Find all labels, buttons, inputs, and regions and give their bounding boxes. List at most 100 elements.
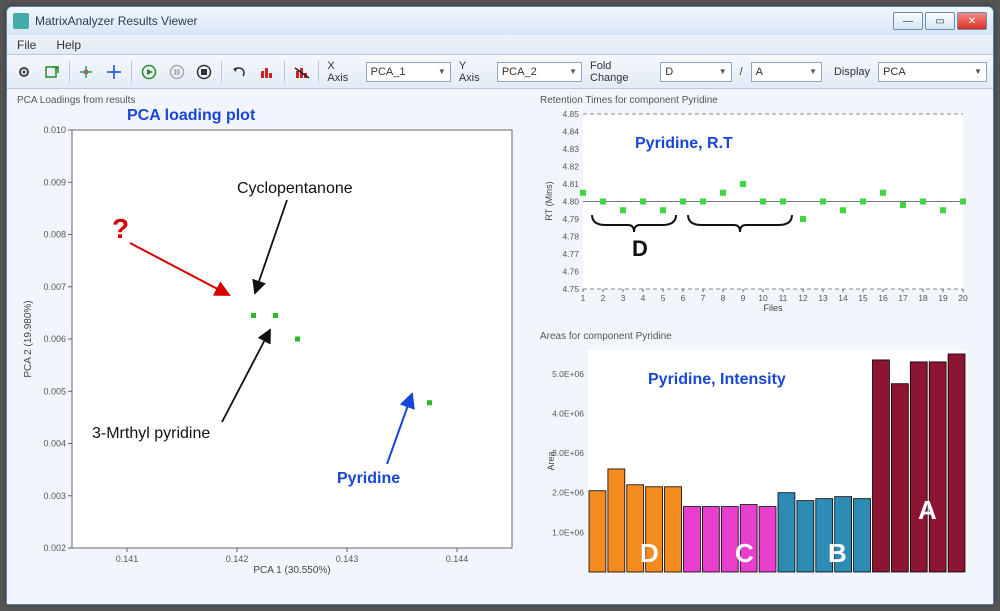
content-area: PCA Loadings from results PCA loading pl… [7,89,993,604]
svg-text:4.80: 4.80 [562,197,579,207]
fold-den-select[interactable]: A▼ [751,62,822,82]
svg-text:0.141: 0.141 [116,554,139,564]
yaxis-label: Y Axis [457,60,491,84]
minimize-button[interactable]: — [893,12,923,30]
svg-text:5.0E+06: 5.0E+06 [552,369,584,379]
svg-text:4: 4 [641,293,646,303]
pca-label-pyridine: Pyridine [337,470,400,487]
chevron-down-icon: ▼ [438,67,446,76]
svg-text:4.84: 4.84 [562,127,579,137]
svg-text:0.006: 0.006 [43,334,66,344]
svg-text:20: 20 [958,293,968,303]
window-buttons: — ▭ ✕ [891,12,987,30]
svg-text:4.77: 4.77 [562,249,579,259]
window-title: MatrixAnalyzer Results Viewer [35,14,198,28]
chevron-down-icon: ▼ [719,67,727,76]
rt-brace-letter: D [632,236,648,261]
stop-icon[interactable] [193,61,215,83]
rt-svg[interactable]: 4.754.764.774.784.794.804.814.824.834.84… [540,108,970,316]
slash-label: / [738,66,745,78]
area-letter-d: D [640,538,659,568]
chevron-down-icon: ▼ [974,67,982,76]
svg-text:2: 2 [601,293,606,303]
svg-text:4.79: 4.79 [562,214,579,224]
svg-text:6: 6 [681,293,686,303]
xaxis-select[interactable]: PCA_1▼ [366,62,451,82]
svg-text:9: 9 [741,293,746,303]
toolbar: X Axis PCA_1▼ Y Axis PCA_2▼ Fold Change … [7,55,993,89]
svg-text:4.0E+06: 4.0E+06 [552,408,584,418]
display-select[interactable]: PCA▼ [878,62,987,82]
svg-text:4.81: 4.81 [562,179,579,189]
right-column: Retention Times for component Pyridine 4… [540,95,983,594]
svg-text:0.002: 0.002 [43,543,66,553]
reset-axes-icon[interactable] [75,61,97,83]
pca-title: PCA Loadings from results [17,95,522,106]
svg-text:0.143: 0.143 [336,554,359,564]
svg-text:0.004: 0.004 [43,439,66,449]
svg-text:Files: Files [763,303,783,313]
svg-text:PCA 1 (30.550%): PCA 1 (30.550%) [253,565,330,576]
pca-label-cyclo: Cyclopentanone [237,180,353,197]
area-letter-c: C [735,538,754,568]
svg-text:Area: Area [546,451,556,470]
titlebar: MatrixAnalyzer Results Viewer — ▭ ✕ [7,7,993,35]
svg-text:4.75: 4.75 [562,284,579,294]
svg-text:10: 10 [758,293,768,303]
rt-title: Retention Times for component Pyridine [540,95,983,106]
undo-icon[interactable] [228,61,250,83]
close-button[interactable]: ✕ [957,12,987,30]
display-label: Display [832,66,872,78]
pca-label-3mp: 3-Mrthyl pyridine [92,425,210,442]
bars-red-icon[interactable] [256,61,278,83]
svg-text:4.85: 4.85 [562,109,579,119]
svg-text:0.007: 0.007 [43,282,66,292]
area-letter-b: B [828,538,847,568]
svg-text:0.008: 0.008 [43,230,66,240]
chevron-down-icon: ▼ [569,67,577,76]
menu-help[interactable]: Help [52,36,85,54]
yaxis-select[interactable]: PCA_2▼ [497,62,582,82]
svg-text:15: 15 [858,293,868,303]
pca-svg[interactable]: PCA loading plot 0.002 0.003 0.004 0.005 0.0… [17,108,522,578]
pause-icon[interactable] [166,61,188,83]
export-icon[interactable] [41,61,63,83]
svg-text:12: 12 [798,293,808,303]
svg-text:0.009: 0.009 [43,177,66,187]
svg-text:3: 3 [621,293,626,303]
rt-chart: Retention Times for component Pyridine 4… [540,95,983,321]
menu-file[interactable]: File [13,36,40,54]
area-title: Areas for component Pyridine [540,331,983,342]
svg-text:0.010: 0.010 [43,125,66,135]
svg-text:16: 16 [878,293,888,303]
maximize-button[interactable]: ▭ [925,12,955,30]
bars-strike-icon[interactable] [291,61,313,83]
svg-text:11: 11 [779,293,788,303]
svg-text:8: 8 [721,293,726,303]
foldchange-label: Fold Change [588,60,654,84]
svg-text:19: 19 [938,293,948,303]
menubar: File Help [7,35,993,55]
svg-text:0.144: 0.144 [446,554,469,564]
area-svg[interactable]: 1.0E+062.0E+063.0E+064.0E+065.0E+06 Area… [540,344,970,584]
svg-text:0.005: 0.005 [43,386,66,396]
settings-icon[interactable] [13,61,35,83]
svg-text:13: 13 [818,293,828,303]
pca-overlay-title: PCA loading plot [127,108,256,124]
area-letter-a: A [918,495,937,525]
pca-chart: PCA Loadings from results PCA loading pl… [17,95,522,594]
svg-text:4.78: 4.78 [562,232,579,242]
rt-overlay-label: Pyridine, R.T [635,135,733,152]
xaxis-label: X Axis [325,60,359,84]
area-chart: Areas for component Pyridine 1.0E+062.0E… [540,331,983,589]
svg-text:0.003: 0.003 [43,491,66,501]
svg-text:2.0E+06: 2.0E+06 [552,488,584,498]
fold-num-select[interactable]: D▼ [660,62,731,82]
svg-text:PCA 2 (19.980%): PCA 2 (19.980%) [23,300,34,377]
svg-text:3.0E+06: 3.0E+06 [552,448,584,458]
svg-text:RT (Mins): RT (Mins) [544,181,554,220]
svg-text:18: 18 [918,293,928,303]
svg-text:14: 14 [838,293,848,303]
play-icon[interactable] [138,61,160,83]
crosshair-icon[interactable] [103,61,125,83]
